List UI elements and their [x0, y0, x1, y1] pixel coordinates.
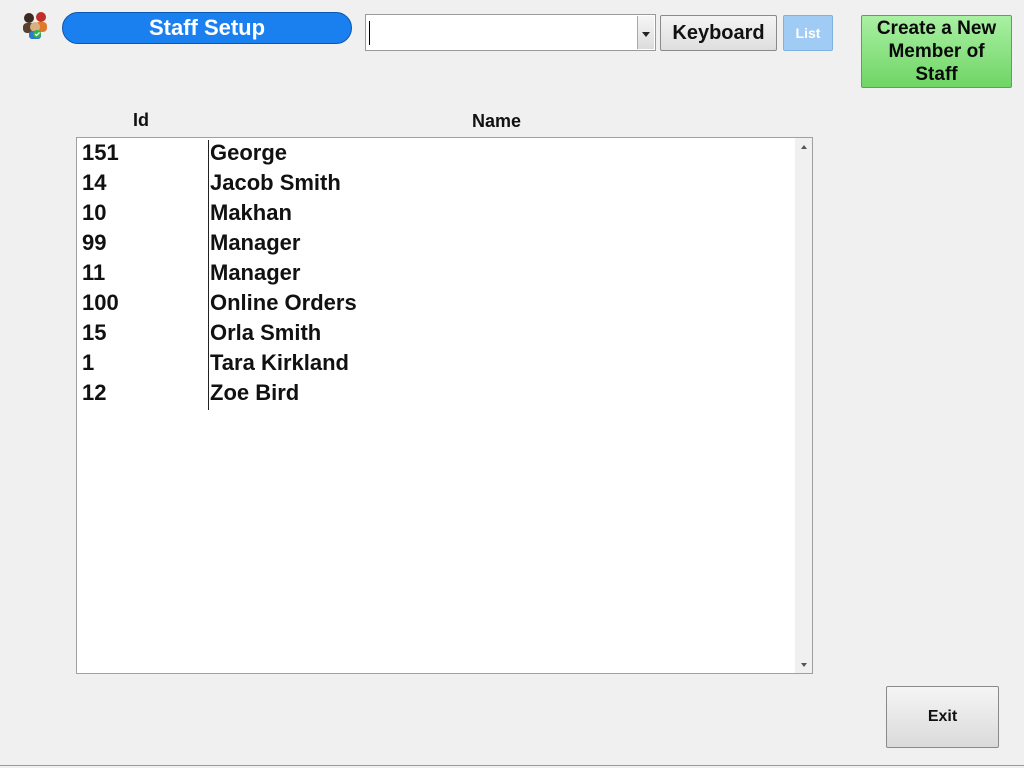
search-combobox[interactable] [365, 14, 656, 51]
list-button[interactable]: List [783, 15, 833, 51]
staff-name-cell: Tara Kirkland [210, 350, 349, 375]
table-row[interactable]: 15 Orla Smith [77, 318, 795, 348]
staff-id-cell: 14 [82, 170, 107, 195]
staff-group-icon [20, 10, 50, 40]
exit-button[interactable]: Exit [886, 686, 999, 748]
table-row[interactable]: 151 George [77, 138, 795, 168]
staff-id-cell: 11 [82, 260, 106, 285]
combo-dropdown-button[interactable] [637, 16, 654, 49]
column-header-name: Name [472, 111, 522, 131]
staff-id-cell: 15 [82, 320, 107, 345]
staff-list[interactable]: 151 George 14 Jacob Smith 10 Makhan 99 M… [76, 137, 813, 674]
staff-name-cell: Online Orders [210, 290, 357, 315]
staff-id-cell: 12 [82, 380, 107, 405]
staff-name-cell: Manager [210, 230, 301, 255]
vertical-scrollbar[interactable] [795, 138, 812, 673]
chevron-down-icon [642, 24, 650, 42]
staff-id-cell: 99 [82, 230, 107, 255]
staff-name-cell: Zoe Bird [210, 380, 300, 405]
create-staff-button[interactable]: Create a New Member of Staff [861, 15, 1012, 88]
staff-id-cell: 10 [82, 200, 107, 225]
table-row[interactable]: 14 Jacob Smith [77, 168, 795, 198]
table-row[interactable]: 100 Online Orders [77, 288, 795, 318]
column-header-id: Id [133, 110, 149, 130]
staff-id-cell: 151 [82, 140, 119, 165]
staff-name-cell: Jacob Smith [210, 170, 341, 195]
table-row[interactable]: 10 Makhan [77, 198, 795, 228]
search-input[interactable] [368, 17, 638, 48]
text-cursor [369, 21, 370, 45]
staff-name-cell: Makhan [210, 200, 292, 225]
staff-name-cell: George [210, 140, 288, 165]
table-row[interactable]: 99 Manager [77, 228, 795, 258]
page-title: Staff Setup [62, 12, 352, 44]
staff-id-cell: 1 [82, 350, 95, 375]
table-row[interactable]: 11 Manager [77, 258, 795, 288]
keyboard-button[interactable]: Keyboard [660, 15, 777, 51]
scroll-down-arrow-icon[interactable] [795, 656, 812, 673]
staff-name-cell: Orla Smith [210, 320, 322, 345]
scroll-up-arrow-icon[interactable] [795, 138, 812, 155]
window-bottom-border [0, 765, 1024, 766]
staff-id-cell: 100 [82, 290, 119, 315]
table-row[interactable]: 12 Zoe Bird [77, 378, 795, 408]
staff-name-cell: Manager [210, 260, 301, 285]
table-row[interactable]: 1 Tara Kirkland [77, 348, 795, 378]
